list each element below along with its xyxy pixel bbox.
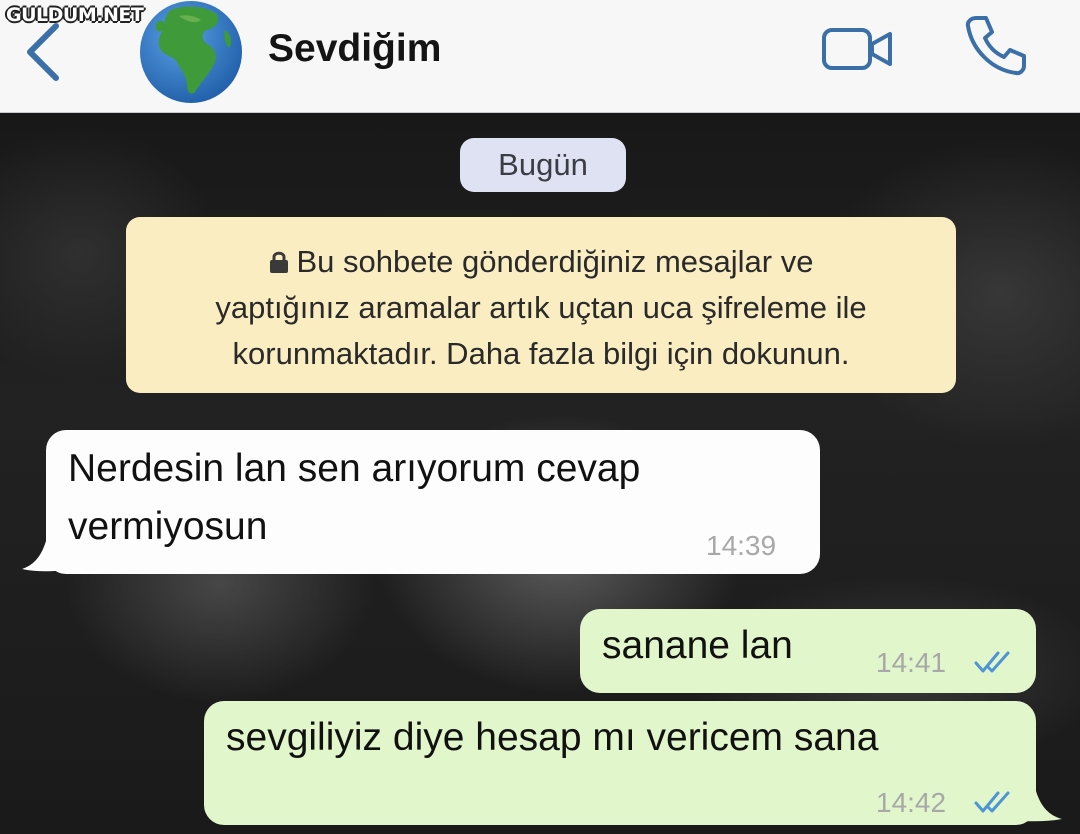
lock-icon	[269, 251, 288, 273]
globe-icon	[140, 1, 242, 103]
message-time: 14:42	[876, 787, 947, 818]
contact-name[interactable]: Sevdiğim	[268, 27, 441, 71]
read-receipt-icon	[974, 651, 1010, 673]
message-text: sanane lan	[602, 624, 793, 667]
encryption-notice[interactable]: Bu sohbete gönderdiğiniz mesajlar ve yap…	[126, 217, 956, 393]
chat-header: Sevdiğim	[0, 0, 1080, 113]
voice-call-button[interactable]	[962, 12, 1028, 78]
contact-avatar[interactable]	[135, 0, 247, 106]
chevron-left-icon	[27, 23, 59, 81]
phone-icon	[965, 16, 1026, 76]
message-bubble-incoming[interactable]: Nerdesin lan sen arıyorum cevap vermiyos…	[46, 430, 820, 574]
date-separator: Bugün	[460, 138, 626, 192]
message-time: 14:41	[876, 647, 947, 678]
encryption-notice-line: Bu sohbete gönderdiğiniz mesajlar ve	[146, 239, 936, 285]
read-receipt-icon	[974, 791, 1010, 813]
message-time: 14:39	[706, 530, 777, 561]
message-bubble-outgoing[interactable]: sanane lan 14:41	[580, 609, 1036, 693]
message-bubble-outgoing[interactable]: sevgiliyiz diye hesap mı vericem sana 14…	[204, 701, 1036, 825]
video-call-button[interactable]	[820, 24, 896, 76]
chat-area[interactable]: Bugün Bu sohbete gönderdiğiniz mesajlar …	[0, 113, 1080, 834]
encryption-notice-line: yaptığınız aramalar artık uçtan uca şifr…	[215, 290, 867, 325]
message-text: Nerdesin lan sen arıyorum cevap vermiyos…	[68, 447, 641, 548]
video-camera-icon	[822, 28, 892, 70]
encryption-notice-line: korunmaktadır. Daha fazla bilgi için dok…	[232, 336, 850, 371]
back-button[interactable]	[20, 20, 70, 84]
site-watermark: GULDUM.NET	[6, 4, 144, 26]
message-text: sevgiliyiz diye hesap mı vericem sana	[226, 716, 879, 759]
